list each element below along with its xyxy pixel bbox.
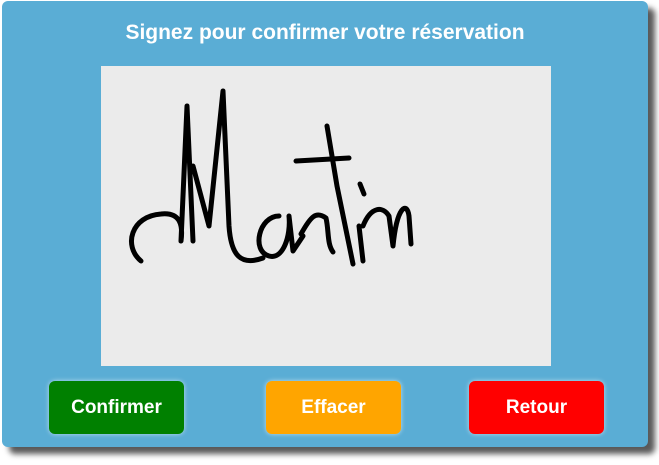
back-button-label: Retour [505,396,568,418]
confirm-button-label: Confirmer [71,396,162,418]
handwritten-signature [129,88,414,267]
dialog-title: Signez pour confirmer votre réservation [125,21,525,44]
signature-dialog: Signez pour confirmer votre réservation [2,1,648,447]
back-button[interactable]: Retour [469,381,604,434]
clear-button[interactable]: Effacer [266,381,401,434]
confirm-button[interactable]: Confirmer [49,381,184,434]
clear-button-label: Effacer [301,396,366,418]
signature-pad[interactable] [101,66,551,366]
